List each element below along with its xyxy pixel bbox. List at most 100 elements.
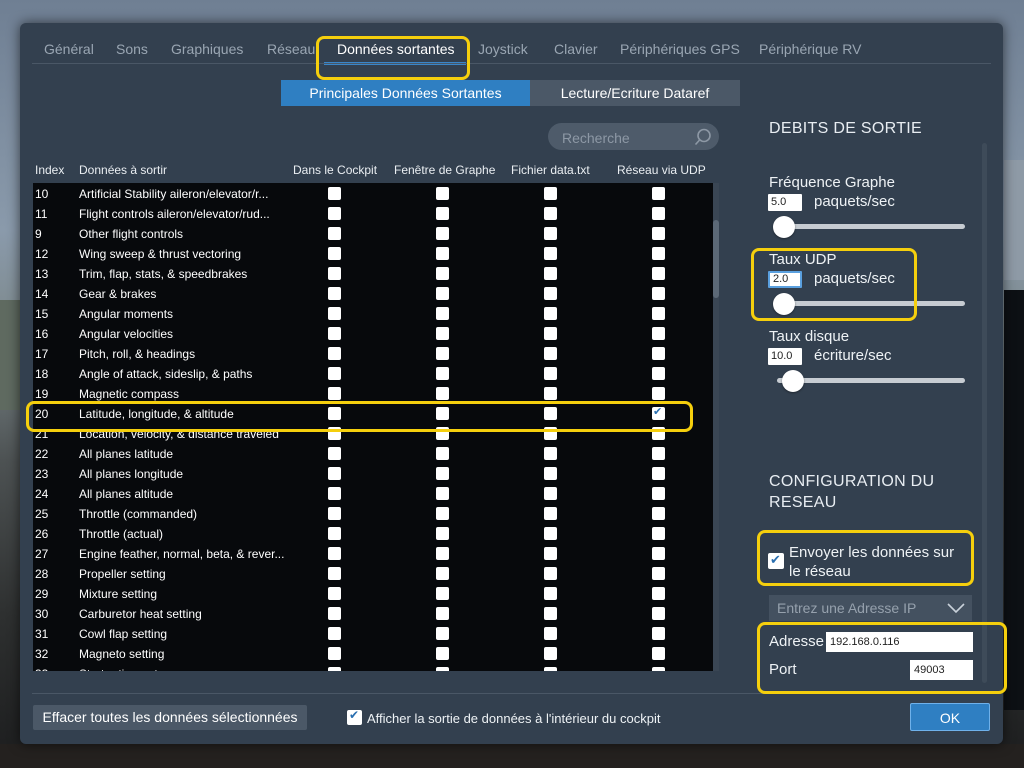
cockpit-checkbox[interactable] (328, 487, 341, 500)
disk-rate-input[interactable]: 10.0 (768, 348, 802, 365)
cockpit-checkbox[interactable] (328, 327, 341, 340)
file-checkbox[interactable] (544, 507, 557, 520)
file-checkbox[interactable] (544, 467, 557, 480)
file-checkbox[interactable] (544, 287, 557, 300)
tab-peripherique-rv[interactable]: Périphérique RV (759, 41, 861, 57)
graph-checkbox[interactable] (436, 227, 449, 240)
udp-checkbox[interactable] (652, 227, 665, 240)
udp-checkbox[interactable] (652, 387, 665, 400)
file-checkbox[interactable] (544, 627, 557, 640)
cockpit-checkbox[interactable] (328, 627, 341, 640)
graph-checkbox[interactable] (436, 407, 449, 420)
file-checkbox[interactable] (544, 247, 557, 260)
file-checkbox[interactable] (544, 407, 557, 420)
graph-checkbox[interactable] (436, 367, 449, 380)
cockpit-checkbox[interactable] (328, 387, 341, 400)
udp-checkbox[interactable] (652, 287, 665, 300)
segment-dataref[interactable]: Lecture/Ecriture Dataref (530, 80, 740, 106)
cockpit-checkbox[interactable] (328, 227, 341, 240)
cockpit-checkbox[interactable] (328, 407, 341, 420)
cockpit-checkbox[interactable] (328, 367, 341, 380)
file-checkbox[interactable] (544, 667, 557, 671)
cockpit-checkbox[interactable] (328, 207, 341, 220)
udp-checkbox[interactable] (652, 347, 665, 360)
udp-checkbox[interactable] (652, 627, 665, 640)
tab-peripheriques-gps[interactable]: Périphériques GPS (620, 41, 740, 57)
cockpit-checkbox[interactable] (328, 267, 341, 280)
file-checkbox[interactable] (544, 607, 557, 620)
udp-checkbox[interactable] (652, 267, 665, 280)
file-checkbox[interactable] (544, 227, 557, 240)
file-checkbox[interactable] (544, 567, 557, 580)
cockpit-checkbox[interactable] (328, 547, 341, 560)
graph-checkbox[interactable] (436, 387, 449, 400)
graph-checkbox[interactable] (436, 547, 449, 560)
address-field[interactable]: 192.168.0.116 (826, 632, 973, 652)
udp-checkbox[interactable] (652, 207, 665, 220)
udp-checkbox[interactable] (652, 507, 665, 520)
udp-rate-slider[interactable] (777, 301, 965, 306)
send-network-checkbox[interactable] (768, 552, 784, 569)
cockpit-checkbox[interactable] (328, 307, 341, 320)
udp-checkbox[interactable] (652, 527, 665, 540)
file-checkbox[interactable] (544, 527, 557, 540)
cockpit-checkbox[interactable] (328, 447, 341, 460)
cockpit-checkbox[interactable] (328, 507, 341, 520)
udp-checkbox[interactable] (652, 447, 665, 460)
file-checkbox[interactable] (544, 647, 557, 660)
udp-checkbox[interactable] (652, 367, 665, 380)
file-checkbox[interactable] (544, 367, 557, 380)
graph-rate-slider[interactable] (777, 224, 965, 229)
graph-checkbox[interactable] (436, 427, 449, 440)
file-checkbox[interactable] (544, 387, 557, 400)
cockpit-checkbox[interactable] (328, 287, 341, 300)
file-checkbox[interactable] (544, 187, 557, 200)
cockpit-checkbox[interactable] (328, 567, 341, 580)
tab-donnees-sortantes[interactable]: Données sortantes (337, 41, 455, 57)
ip-address-select[interactable]: Entrez une Adresse IP (769, 595, 972, 621)
cockpit-checkbox[interactable] (328, 607, 341, 620)
graph-checkbox[interactable] (436, 307, 449, 320)
search-input[interactable] (560, 123, 694, 152)
udp-checkbox[interactable] (652, 405, 665, 420)
cockpit-checkbox[interactable] (328, 527, 341, 540)
file-checkbox[interactable] (544, 267, 557, 280)
search-icon[interactable] (694, 128, 712, 146)
graph-checkbox[interactable] (436, 327, 449, 340)
graph-checkbox[interactable] (436, 287, 449, 300)
graph-checkbox[interactable] (436, 247, 449, 260)
graph-checkbox[interactable] (436, 487, 449, 500)
graph-checkbox[interactable] (436, 647, 449, 660)
graph-checkbox[interactable] (436, 467, 449, 480)
udp-checkbox[interactable] (652, 667, 665, 671)
graph-checkbox[interactable] (436, 567, 449, 580)
udp-checkbox[interactable] (652, 547, 665, 560)
udp-rate-input[interactable]: 2.0 (768, 271, 802, 288)
cockpit-checkbox[interactable] (328, 647, 341, 660)
tab-joystick[interactable]: Joystick (478, 41, 528, 57)
graph-checkbox[interactable] (436, 527, 449, 540)
graph-checkbox[interactable] (436, 447, 449, 460)
udp-checkbox[interactable] (652, 647, 665, 660)
list-scrollbar-thumb[interactable] (713, 220, 719, 298)
file-checkbox[interactable] (544, 547, 557, 560)
udp-checkbox[interactable] (652, 307, 665, 320)
graph-rate-input[interactable]: 5.0 (768, 194, 802, 211)
tab-clavier[interactable]: Clavier (554, 41, 598, 57)
disk-rate-slider-thumb[interactable] (782, 370, 805, 392)
udp-checkbox[interactable] (652, 327, 665, 340)
udp-rate-slider-thumb[interactable] (773, 293, 795, 315)
udp-checkbox[interactable] (652, 187, 665, 200)
tab-reseau[interactable]: Réseau (267, 41, 315, 57)
file-checkbox[interactable] (544, 587, 557, 600)
graph-checkbox[interactable] (436, 627, 449, 640)
udp-checkbox[interactable] (652, 427, 665, 440)
file-checkbox[interactable] (544, 447, 557, 460)
udp-checkbox[interactable] (652, 567, 665, 580)
udp-checkbox[interactable] (652, 247, 665, 260)
tab-general[interactable]: Général (44, 41, 94, 57)
cockpit-checkbox[interactable] (328, 187, 341, 200)
cockpit-checkbox[interactable] (328, 587, 341, 600)
file-checkbox[interactable] (544, 487, 557, 500)
right-panel-scrollbar[interactable] (982, 143, 987, 683)
